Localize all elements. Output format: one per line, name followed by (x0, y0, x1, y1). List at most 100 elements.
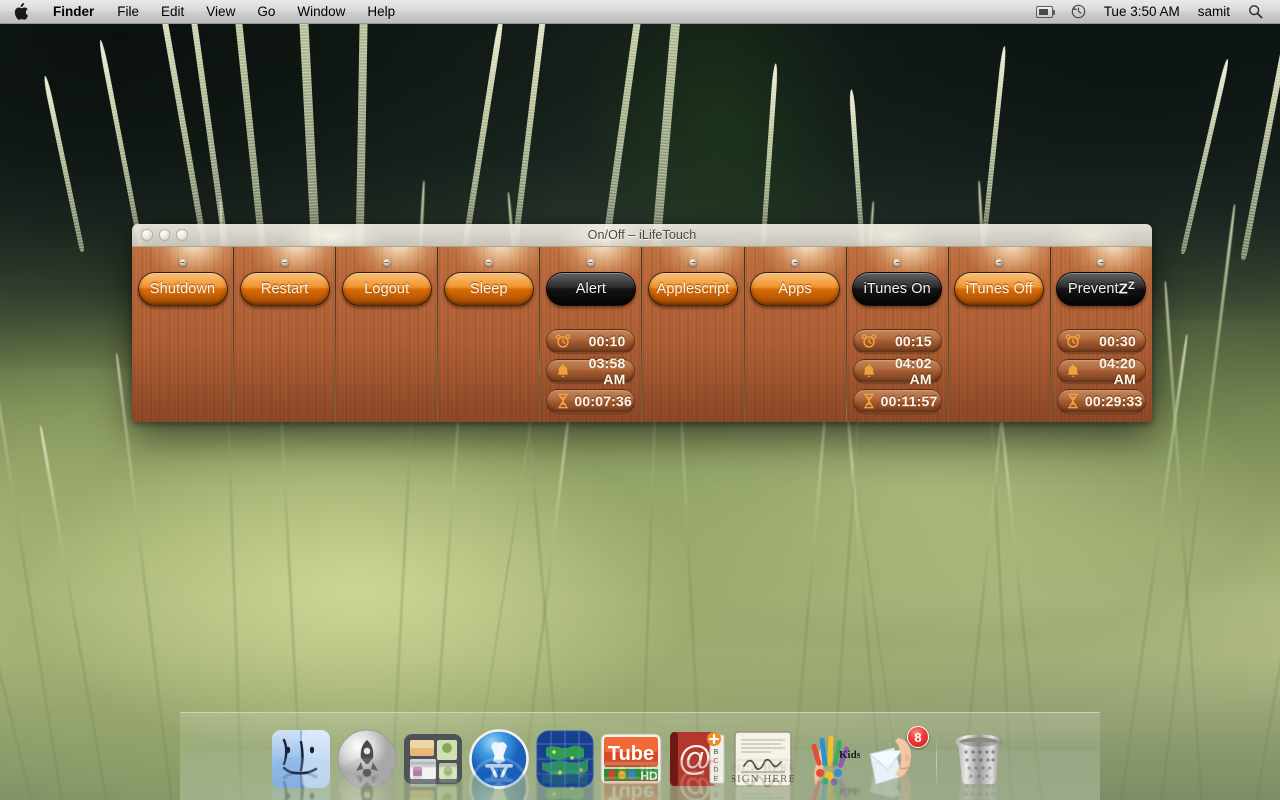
window-title-bar[interactable]: On/Off – iLifeTouch (132, 224, 1152, 247)
timer-row-bell[interactable]: 03:58 AM (546, 355, 636, 387)
menu-item-go[interactable]: Go (246, 0, 286, 23)
itunes-off-button[interactable]: iTunes Off (954, 272, 1045, 306)
screw-icon (1097, 259, 1105, 266)
screw-icon (485, 259, 493, 266)
timer-row-alarm-clock[interactable]: 00:15 (852, 329, 942, 353)
alert-button[interactable]: Alert (545, 272, 636, 306)
menu-item-edit[interactable]: Edit (150, 0, 195, 23)
timer-value: 00:29:33 (1084, 393, 1143, 409)
bell-icon (554, 363, 571, 380)
alarm-clock-icon (554, 333, 571, 350)
timer-list: 00:30 04:20 AM 00:29:33 (1056, 329, 1146, 413)
dock-item-trash[interactable] (948, 728, 1010, 800)
button-label: Restart (260, 281, 309, 297)
timer-row-hourglass[interactable]: 00:29:33 (1056, 389, 1146, 413)
dock-reflection: Tube HD (600, 761, 662, 800)
dock-reflection (948, 762, 1010, 800)
time-machine-clock-icon[interactable] (1062, 0, 1095, 23)
menu-item-window[interactable]: Window (286, 0, 356, 23)
timer-row-hourglass[interactable]: 00:07:36 (546, 389, 636, 413)
screw-icon (893, 259, 901, 266)
timer-value: 00:07:36 (574, 393, 633, 409)
svg-text:@: @ (678, 740, 713, 778)
dock-badge-paper-nose-app: 8 (907, 726, 929, 748)
dock-item-paper-nose-app[interactable]: 8 (864, 726, 929, 800)
apps-button[interactable]: Apps (750, 272, 841, 306)
close-button[interactable] (141, 229, 153, 241)
bell-icon (861, 363, 878, 380)
menu-bar-clock[interactable]: Tue 3:50 AM (1095, 0, 1189, 23)
window-title: On/Off – iLifeTouch (587, 228, 697, 242)
menu-bar-left: Finder File Edit View Go Window Help (0, 0, 406, 23)
dock-reflection: A B C D E @ (666, 760, 728, 800)
app-window[interactable]: On/Off – iLifeTouch Shutdown Restart Log… (132, 224, 1152, 422)
svg-text:E: E (714, 776, 719, 783)
dock-item-app-store[interactable] (468, 728, 530, 800)
dock-item-address-book[interactable]: A B C D E @ A B C D E @ (666, 728, 728, 800)
dock-separator (930, 734, 944, 790)
screw-icon (383, 259, 391, 266)
panel-itunes-on: iTunes On 00:15 04:02 AM 00:11:57 (846, 247, 949, 422)
dock-item-globe-app[interactable] (534, 728, 596, 800)
logout-button[interactable]: Logout (341, 272, 432, 306)
screw-icon (689, 259, 697, 266)
panel-alert: Alert 00:10 03:58 AM 00:07:36 (540, 247, 643, 422)
alarm-clock-icon (1065, 333, 1082, 350)
dock-item-kids-app[interactable]: Kids Kids (798, 728, 862, 800)
battery-icon[interactable] (1027, 0, 1062, 23)
search-icon[interactable] (1239, 0, 1272, 23)
hourglass-icon (861, 393, 878, 410)
menu-item-view[interactable]: View (195, 0, 246, 23)
timer-list: 00:10 03:58 AM 00:07:36 (546, 329, 636, 413)
dock-reflection (534, 758, 596, 800)
menu-item-help[interactable]: Help (356, 0, 406, 23)
dock-item-tube-hd[interactable]: Tube HD Tube HD (600, 728, 662, 800)
itunes-on-button[interactable]: iTunes On (852, 272, 943, 306)
window-controls (132, 229, 188, 241)
timer-value: 04:02 AM (894, 355, 932, 387)
prevent-button[interactable]: Prevent ZZ (1056, 272, 1147, 306)
timer-row-alarm-clock[interactable]: 00:30 (1056, 329, 1146, 353)
svg-text:Kids: Kids (839, 749, 860, 761)
button-label: Prevent (1068, 281, 1119, 297)
dock-item-launchpad[interactable] (336, 728, 398, 800)
zoom-button[interactable] (176, 229, 188, 241)
timer-value: 00:15 (894, 333, 932, 349)
alarm-clock-icon (861, 333, 878, 350)
svg-text:Tube: Tube (608, 743, 654, 765)
timer-row-alarm-clock[interactable]: 00:10 (546, 329, 636, 353)
timer-row-hourglass[interactable]: 00:11:57 (852, 389, 942, 413)
timer-value: 00:30 (1099, 333, 1136, 349)
shutdown-button[interactable]: Shutdown (137, 272, 228, 306)
dock-item-mission-control[interactable] (402, 728, 464, 800)
button-label: Shutdown (149, 281, 216, 297)
dock-reflection (864, 761, 926, 800)
dock-reflection (402, 762, 464, 800)
svg-text:B: B (714, 790, 719, 797)
svg-text:D: D (713, 767, 718, 774)
hourglass-icon (554, 393, 571, 410)
button-label: Logout (364, 281, 410, 297)
svg-text:B: B (714, 749, 719, 756)
restart-button[interactable]: Restart (239, 272, 330, 306)
applescript-button[interactable]: Applescript (648, 272, 739, 306)
hourglass-icon (1065, 393, 1082, 410)
panel-shutdown: Shutdown (132, 247, 235, 422)
menu-bar-username[interactable]: samit (1189, 0, 1239, 23)
panel-applescript: Applescript (642, 247, 745, 422)
menu-item-file[interactable]: File (106, 0, 150, 23)
timer-row-bell[interactable]: 04:20 AM (1056, 355, 1146, 387)
sleep-button[interactable]: Sleep (443, 272, 534, 306)
menu-item-finder[interactable]: Finder (41, 0, 106, 23)
panel-logout: Logout (336, 247, 439, 422)
dock-item-finder[interactable] (270, 728, 332, 800)
timer-row-bell[interactable]: 04:02 AM (852, 355, 942, 387)
timer-value: 00:10 (588, 333, 626, 349)
panel-apps: Apps (744, 247, 847, 422)
apple-logo-icon[interactable] (0, 0, 41, 23)
dock-item-sign-here[interactable]: SIGN HERE SIGN HERE (730, 728, 795, 800)
minimize-button[interactable] (158, 229, 170, 241)
bell-icon (1065, 363, 1082, 380)
button-label: Applescript (656, 281, 730, 297)
title-bar-glow (132, 224, 1152, 246)
